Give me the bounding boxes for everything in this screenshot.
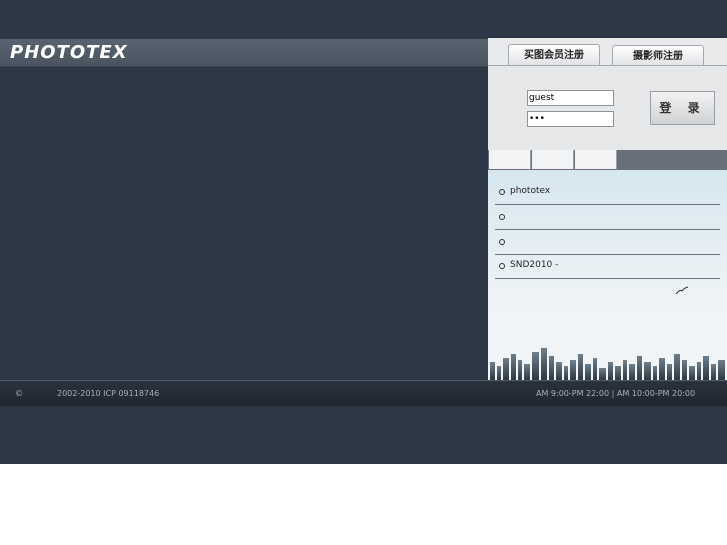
news-item[interactable]: SND2010 - [495, 254, 720, 279]
news-item[interactable]: phototex [495, 180, 720, 205]
bird-icon [675, 286, 689, 295]
username-input[interactable]: guest [527, 90, 614, 106]
news-item-label: SND2010 - [510, 260, 559, 270]
brand-logo[interactable]: PHOTOTEX [10, 42, 128, 63]
tab-photographer-registration[interactable]: 摄影师注册 [612, 45, 704, 67]
news-item-label: phototex [510, 186, 551, 196]
copyright-text: 2002-2010 ICP 09118746 [57, 389, 160, 398]
bullet-icon [499, 239, 505, 245]
bullet-icon [499, 214, 505, 220]
subtab-1[interactable] [489, 150, 531, 169]
subtab-3[interactable] [575, 150, 617, 169]
password-input[interactable]: ••• [527, 111, 614, 127]
news-item[interactable] [495, 230, 720, 255]
city-skyline-illustration [490, 348, 725, 380]
service-hours: AM 9:00-PM 22:00 | AM 10:00-PM 20:00 [536, 389, 696, 398]
subtab-2[interactable] [532, 150, 574, 169]
news-item[interactable] [495, 205, 720, 230]
tab-buyer-registration[interactable]: 买图会员注册 [508, 44, 600, 66]
bullet-icon [499, 263, 505, 269]
copyright-symbol: © [15, 389, 23, 398]
login-button[interactable]: 登 录 [650, 91, 715, 125]
bullet-icon [499, 189, 505, 195]
